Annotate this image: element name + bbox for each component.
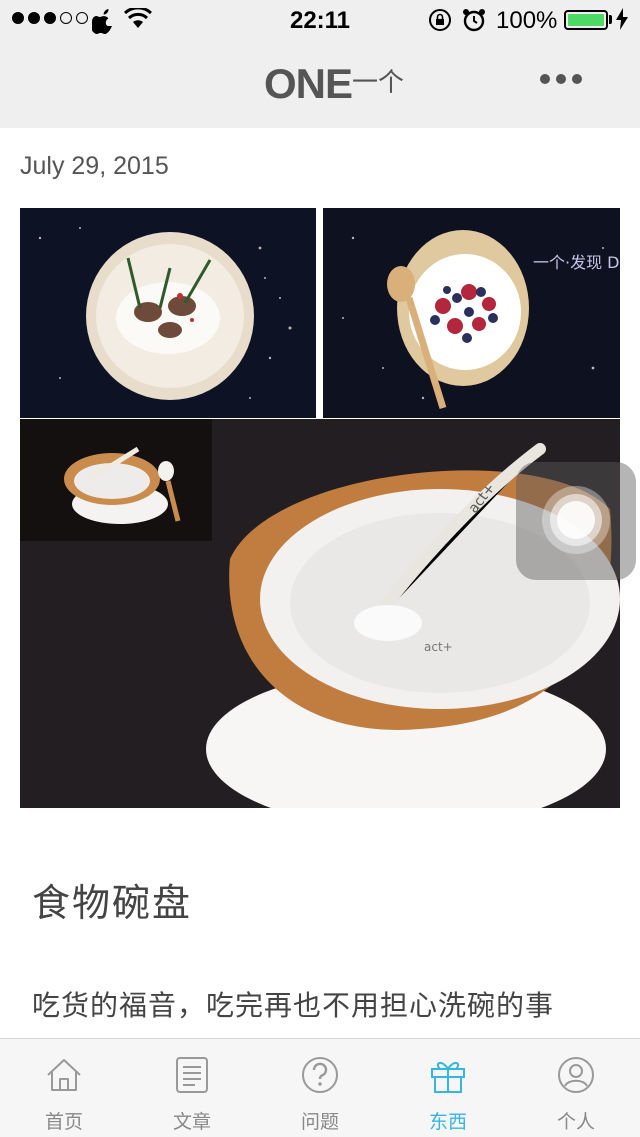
more-options-button[interactable] [540, 74, 582, 84]
status-bar: 22:11 100% [0, 0, 640, 40]
more-dot-icon [572, 74, 582, 84]
battery-percent: 100% [496, 7, 558, 34]
tab-home[interactable]: 首页 [0, 1039, 128, 1137]
more-dot-icon [540, 74, 550, 84]
tab-things[interactable]: 东西 [384, 1039, 512, 1137]
tab-label: 首页 [44, 1111, 83, 1133]
charging-bolt-icon [616, 8, 628, 30]
tab-label: 文章 [172, 1111, 211, 1133]
item-description: 吃货的福音，吃完再也不用担心洗碗的事 [32, 989, 555, 1022]
food-plate-photo[interactable] [20, 208, 316, 418]
question-icon [302, 1057, 338, 1093]
app-logo-chinese: 一个 [352, 68, 405, 98]
more-dot-icon [556, 74, 566, 84]
post-date: July 29, 2015 [20, 152, 169, 180]
tab-personal[interactable]: 个人 [512, 1039, 640, 1137]
navigation-bar: ONE 一个 [0, 40, 640, 128]
tab-label: 东西 [428, 1111, 467, 1133]
alarm-icon [463, 9, 485, 32]
tab-article[interactable]: 文章 [128, 1039, 256, 1137]
gift-icon [431, 1062, 465, 1093]
bowl-brand-text: act+ [424, 640, 453, 654]
tab-label: 问题 [300, 1111, 339, 1133]
article-icon [176, 1057, 208, 1093]
assistive-touch-button[interactable] [516, 462, 636, 580]
tab-bar: 首页 文章 问题 东西 个人 [0, 1038, 640, 1137]
person-icon [558, 1057, 594, 1093]
tab-label: 个人 [556, 1111, 595, 1133]
tab-question[interactable]: 问题 [256, 1039, 384, 1137]
home-icon [47, 1059, 81, 1091]
watermark-text: 一个·发现 DISCOVER [533, 253, 620, 272]
app-logo: ONE [264, 60, 353, 107]
battery-icon [564, 10, 608, 30]
battery-tip [609, 15, 612, 24]
yogurt-berries-photo[interactable]: 一个·发现 DISCOVER [323, 208, 620, 418]
rotation-lock-icon [429, 9, 451, 31]
item-title: 食物碗盘 [32, 881, 193, 925]
